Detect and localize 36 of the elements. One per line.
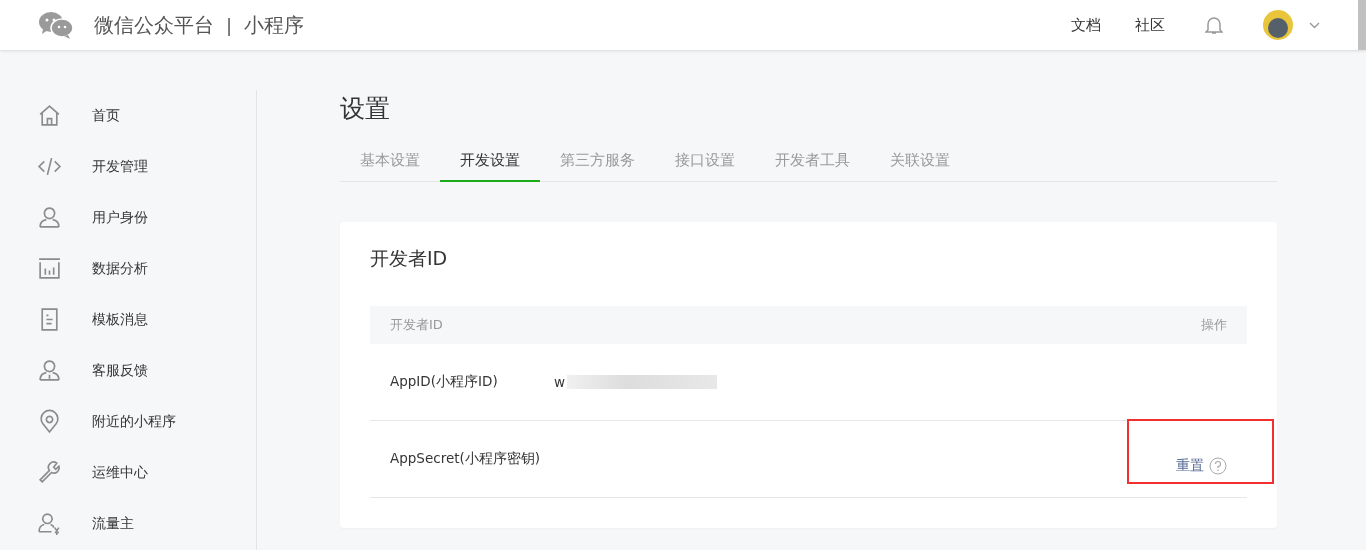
user-icon bbox=[37, 205, 62, 230]
user-yen-icon bbox=[37, 511, 62, 536]
table-cell: w bbox=[554, 374, 566, 390]
table-cell-text: AppID(小程序ID) bbox=[390, 373, 499, 391]
sidebar-item[interactable]: 运维中心 bbox=[92, 463, 148, 482]
product-title: 小程序 bbox=[244, 11, 305, 39]
header-link[interactable]: 文档 bbox=[1071, 15, 1101, 35]
sidebar-item[interactable]: 附近的小程序 bbox=[92, 412, 176, 431]
sidebar-item[interactable]: 模板消息 bbox=[92, 310, 148, 329]
scrollbar[interactable] bbox=[1358, 0, 1366, 50]
header-link[interactable]: 社区 bbox=[1135, 15, 1165, 35]
card-title: 开发者ID bbox=[370, 246, 449, 271]
column-header: 操作 bbox=[1201, 316, 1227, 334]
tab[interactable]: 开发设置 bbox=[440, 147, 540, 182]
wrench-icon bbox=[37, 460, 62, 485]
brand-title: 微信公众平台 bbox=[94, 11, 214, 39]
avatar[interactable] bbox=[1263, 10, 1293, 40]
table-cell-text: AppSecret(小程序密钥) bbox=[390, 450, 542, 468]
sidebar-item[interactable]: 客服反馈 bbox=[92, 361, 148, 380]
chevron-down-icon[interactable] bbox=[1309, 21, 1320, 29]
sidebar-item[interactable]: 流量主 bbox=[92, 514, 134, 533]
page-title: 设置 bbox=[340, 93, 391, 125]
reset-link[interactable]: 重置 bbox=[1176, 457, 1204, 475]
column-header: 开发者ID bbox=[390, 316, 443, 334]
chart-icon bbox=[37, 256, 62, 281]
sidebar-item[interactable]: 数据分析 bbox=[92, 259, 148, 278]
logo-icon bbox=[38, 11, 74, 39]
user-icon bbox=[37, 358, 62, 383]
title-separator: | bbox=[226, 14, 233, 36]
sidebar-item[interactable]: 用户身份 bbox=[92, 208, 148, 227]
sidebar-item[interactable]: 首页 bbox=[92, 106, 120, 125]
bell-icon[interactable] bbox=[1205, 15, 1223, 35]
help-icon[interactable] bbox=[1209, 457, 1227, 475]
home-icon bbox=[37, 103, 62, 128]
location-pin-icon bbox=[37, 409, 62, 434]
sidebar-item[interactable]: 开发管理 bbox=[92, 157, 148, 176]
